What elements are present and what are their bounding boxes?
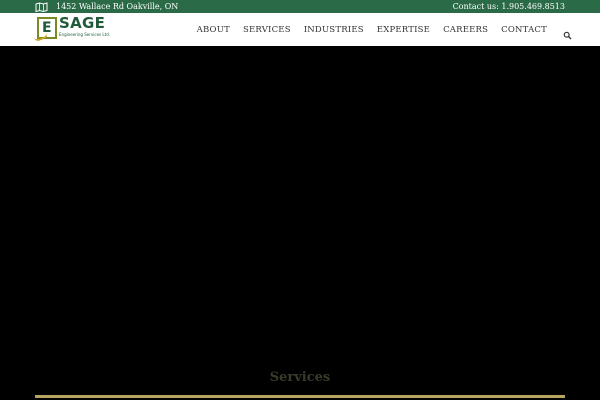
logo-swoosh [33, 32, 49, 43]
primary-nav: ABOUT SERVICES INDUSTRIES EXPERTISE CARE… [184, 13, 572, 46]
main-header: E SAGE Engineering Services Ltd. ABOUT S… [0, 13, 600, 46]
nav-item-industries[interactable]: INDUSTRIES [304, 25, 364, 35]
nav-item-about[interactable]: ABOUT [197, 25, 230, 35]
section-divider [35, 395, 565, 398]
services-section-title: Services [269, 370, 331, 385]
logo-tagline: Engineering Services Ltd. [59, 32, 111, 37]
nav-item-services[interactable]: SERVICES [243, 25, 291, 35]
map-icon [35, 1, 48, 12]
logo-name: SAGE [59, 14, 106, 32]
nav-item-careers[interactable]: CAREERS [443, 25, 488, 35]
address-text: 1452 Wallace Rd Oakville, ON [56, 2, 179, 11]
top-info-bar: 1452 Wallace Rd Oakville, ON Contact us:… [0, 0, 600, 13]
nav-item-contact[interactable]: CONTACT [501, 25, 547, 35]
sage-logo[interactable]: E SAGE Engineering Services Ltd. [33, 14, 111, 43]
hero-banner [0, 46, 600, 400]
contact-phone-link[interactable]: Contact us: 1.905.469.8513 [453, 0, 565, 13]
search-icon[interactable] [563, 25, 572, 40]
nav-item-expertise[interactable]: EXPERTISE [377, 25, 430, 35]
address-block: 1452 Wallace Rd Oakville, ON [35, 0, 178, 13]
